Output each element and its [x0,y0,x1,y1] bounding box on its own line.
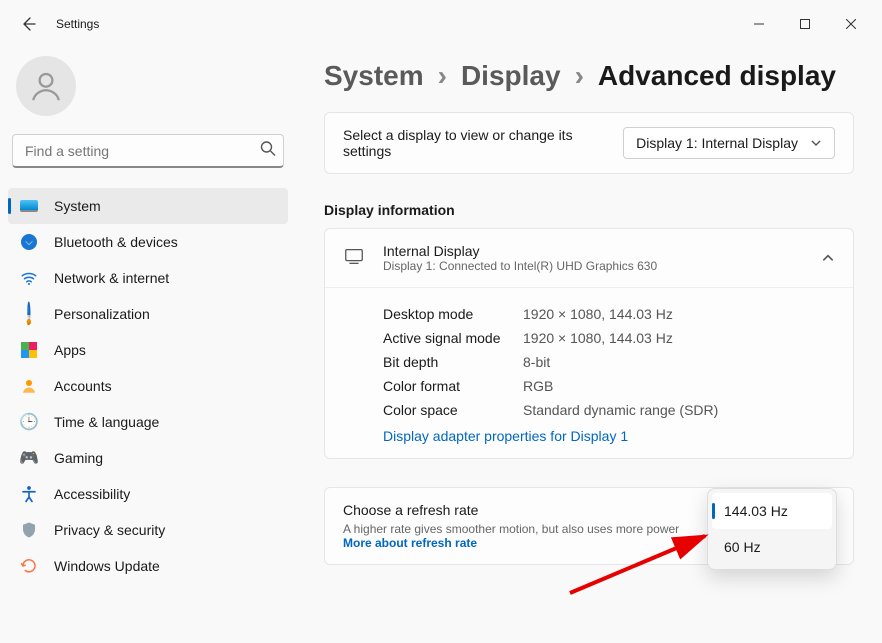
select-display-card: Select a display to view or change its s… [324,112,854,174]
window-title: Settings [56,17,99,31]
refresh-desc: A higher rate gives smoother motion, but… [343,522,679,536]
nav-label: Time & language [54,414,159,430]
nav-apps[interactable]: Apps [8,332,288,368]
update-icon [20,557,38,575]
brush-icon: 🖌️ [16,301,41,326]
minimize-icon [754,19,764,29]
close-icon [846,19,856,29]
accessibility-icon [20,485,38,503]
nav-label: Bluetooth & devices [54,234,178,250]
nav-system[interactable]: System [8,188,288,224]
nav-privacy[interactable]: Privacy & security [8,512,288,548]
adapter-properties-link[interactable]: Display adapter properties for Display 1 [383,422,835,444]
info-row: Bit depth8-bit [383,350,835,374]
nav-network[interactable]: Network & internet [8,260,288,296]
display-name: Internal Display [383,243,803,259]
chevron-right-icon: › [575,60,584,92]
nav-label: System [54,198,101,214]
settings-search-input[interactable] [12,134,284,168]
chevron-right-icon: › [438,60,447,92]
accounts-icon [20,377,38,395]
clock-globe-icon: 🕒 [20,413,38,431]
crumb-display[interactable]: Display [461,60,561,92]
chevron-up-icon [821,251,835,265]
gaming-icon: 🎮 [20,449,38,467]
search-icon [260,141,276,162]
info-row: Color formatRGB [383,374,835,398]
display-connection: Display 1: Connected to Intel(R) UHD Gra… [383,259,803,273]
refresh-rate-card: Choose a refresh rate A higher rate give… [324,487,854,565]
refresh-more-link[interactable]: More about refresh rate [343,536,679,550]
display-info-card: Internal Display Display 1: Connected to… [324,228,854,459]
refresh-rate-flyout: 144.03 Hz 60 Hz [707,488,837,570]
breadcrumb: System › Display › Advanced display [324,60,854,92]
nav-label: Accounts [54,378,112,394]
wifi-icon [20,269,38,287]
nav-bluetooth[interactable]: ⌵ Bluetooth & devices [8,224,288,260]
nav-accessibility[interactable]: Accessibility [8,476,288,512]
nav-personalization[interactable]: 🖌️ Personalization [8,296,288,332]
nav-label: Personalization [54,306,150,322]
apps-icon [20,341,38,359]
display-selector-value: Display 1: Internal Display [636,135,798,151]
nav-windows-update[interactable]: Windows Update [8,548,288,584]
refresh-option-60[interactable]: 60 Hz [712,529,832,565]
person-icon [29,69,63,103]
info-row: Desktop mode1920 × 1080, 144.03 Hz [383,302,835,326]
maximize-button[interactable] [782,8,828,40]
nav-accounts[interactable]: Accounts [8,368,288,404]
display-selector-dropdown[interactable]: Display 1: Internal Display [623,127,835,159]
page-title: Advanced display [598,60,836,92]
nav-gaming[interactable]: 🎮 Gaming [8,440,288,476]
shield-icon [20,521,38,539]
refresh-title: Choose a refresh rate [343,502,679,518]
display-info-expander[interactable]: Internal Display Display 1: Connected to… [325,229,853,288]
back-arrow-icon [20,16,36,32]
crumb-system[interactable]: System [324,60,424,92]
nav-label: Network & internet [54,270,169,286]
nav-label: Accessibility [54,486,130,502]
user-avatar[interactable] [16,56,76,116]
info-row: Color spaceStandard dynamic range (SDR) [383,398,835,422]
select-display-prompt: Select a display to view or change its s… [343,127,603,159]
close-button[interactable] [828,8,874,40]
maximize-icon [800,19,810,29]
nav-label: Gaming [54,450,103,466]
bluetooth-icon: ⌵ [20,233,38,251]
nav-label: Windows Update [54,558,160,574]
nav-time-language[interactable]: 🕒 Time & language [8,404,288,440]
display-info-heading: Display information [324,202,854,218]
system-icon [20,197,38,215]
refresh-option-144[interactable]: 144.03 Hz [712,493,832,529]
monitor-icon [343,245,365,272]
minimize-button[interactable] [736,8,782,40]
nav-label: Privacy & security [54,522,165,538]
info-row: Active signal mode1920 × 1080, 144.03 Hz [383,326,835,350]
chevron-down-icon [810,137,822,149]
nav-label: Apps [54,342,86,358]
settings-nav: System ⌵ Bluetooth & devices Network & in… [8,188,288,584]
back-button[interactable] [8,6,48,42]
